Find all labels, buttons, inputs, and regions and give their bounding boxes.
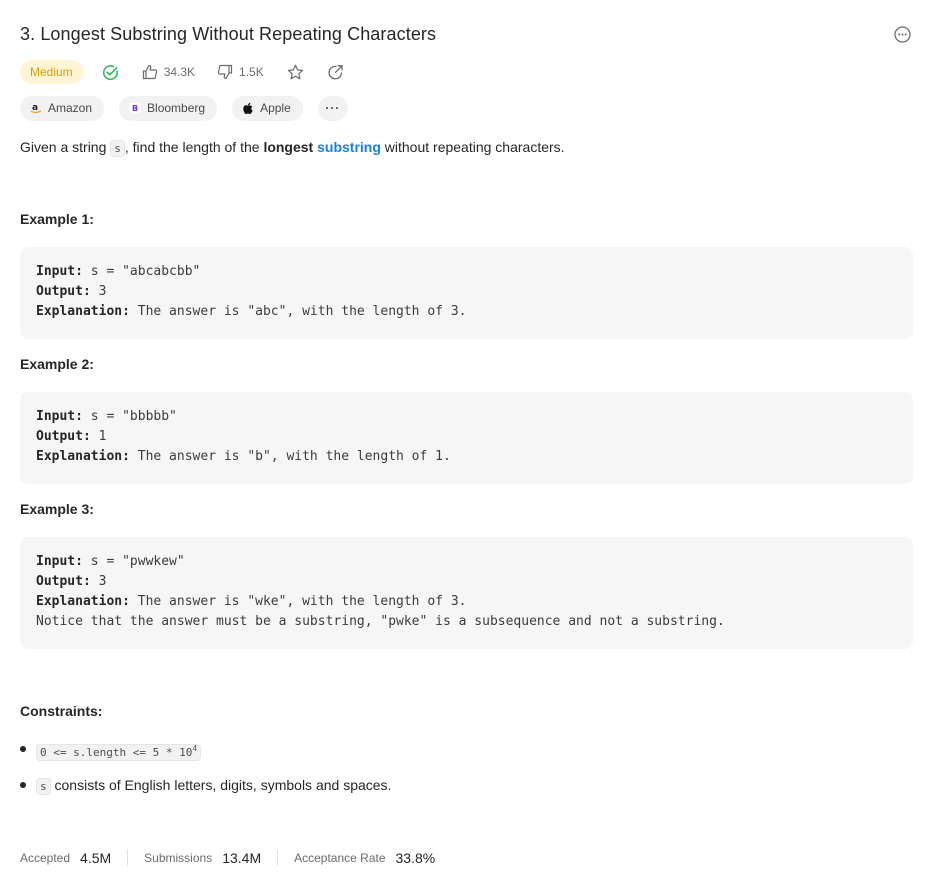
more-options-button[interactable] [891,23,913,45]
input-value: s = "bbbbb" [82,409,177,424]
desc-bold: longest [263,139,314,155]
input-label: Input: [36,409,83,424]
constraint-code-s: s [36,778,51,795]
bloomberg-icon: B [128,102,141,115]
output-label: Output: [36,574,91,589]
acceptance-rate-stat: Acceptance Rate 33.8% [294,850,435,866]
tag-label: Apple [260,101,291,115]
title-row: 3. Longest Substring Without Repeating C… [20,20,913,48]
tag-amazon[interactable]: a Amazon [20,95,105,121]
share-icon [328,64,343,79]
output-label: Output: [36,284,91,299]
constraints-title: Constraints: [20,703,103,719]
substring-link[interactable]: substring [317,139,381,155]
difficulty-badge[interactable]: Medium [20,60,83,84]
accepted-stat: Accepted 4.5M [20,850,111,866]
acceptance-rate-label: Acceptance Rate [294,851,386,865]
constraint-item: s consists of English letters, digits, s… [20,774,391,798]
example-2-box: Input: s = "bbbbb" Output: 1 Explanation… [20,392,913,484]
submissions-value: 13.4M [222,850,262,866]
dislike-button[interactable]: 1.5K [217,64,264,80]
stats-bar: Accepted 4.5M Submissions 13.4M Acceptan… [20,847,435,869]
constraints-list: 0 <= s.length <= 5 * 104 s consists of E… [20,738,391,798]
accepted-label: Accepted [20,851,71,865]
thumbs-down-icon [217,64,233,80]
ellipsis-circle-icon [893,25,911,43]
tag-label: Bloomberg [147,101,206,115]
apple-icon [241,102,254,115]
explanation-value: The answer is "abc", with the length of … [129,304,467,319]
like-button[interactable]: 34.3K [142,64,195,80]
dislike-count: 1.5K [239,65,264,79]
svg-text:B: B [132,104,138,113]
constraint-text: consists of English letters, digits, sym… [50,777,392,793]
explanation-note: Notice that the answer must be a substri… [36,614,725,629]
more-tags-button[interactable]: ··· [317,95,348,121]
desc-text: without repeating characters. [380,139,565,155]
output-value: 3 [90,284,107,299]
divider [127,850,129,866]
input-label: Input: [36,554,83,569]
thumbs-up-icon [142,64,157,80]
meta-row: Medium 34.3K 1.5K [20,59,346,85]
acceptance-rate-value: 33.8% [395,850,436,866]
favorite-button[interactable] [286,62,306,82]
share-button[interactable] [326,62,346,82]
constraint-item: 0 <= s.length <= 5 * 104 [20,738,391,764]
output-value: 3 [90,574,107,589]
example-1-title: Example 1: [20,211,94,227]
like-count: 34.3K [163,65,196,79]
star-icon [288,64,304,79]
tag-label: Amazon [48,101,93,115]
divider [277,850,279,866]
desc-code-s: s [110,140,125,157]
desc-text: Given a string [20,139,111,155]
tag-apple[interactable]: Apple [232,95,303,121]
example-2-title: Example 2: [20,356,94,372]
example-3-title: Example 3: [20,501,94,517]
problem-description: Given a string s, find the length of the… [20,136,565,160]
solved-icon [101,62,121,82]
explanation-label: Explanation: [36,594,130,609]
accepted-value: 4.5M [80,850,112,866]
problem-title[interactable]: 3. Longest Substring Without Repeating C… [20,24,436,45]
output-label: Output: [36,429,91,444]
submissions-label: Submissions [144,851,213,865]
explanation-label: Explanation: [36,304,130,319]
explanation-value: The answer is "wke", with the length of … [129,594,467,609]
company-tags: a Amazon B Bloomberg Apple ··· [20,95,348,121]
submissions-stat: Submissions 13.4M [144,850,261,866]
constraint-length-code: 0 <= s.length <= 5 * 104 [36,744,202,761]
explanation-label: Explanation: [36,449,130,464]
more-icon: ··· [325,101,341,115]
input-value: s = "abcabcbb" [82,264,201,279]
input-label: Input: [36,264,83,279]
output-value: 1 [90,429,107,444]
desc-text: , find the length of the [124,139,264,155]
explanation-value: The answer is "b", with the length of 1. [129,449,451,464]
amazon-icon: a [29,102,42,115]
constraint-text: 0 <= s.length <= 5 * 10 [40,746,193,759]
input-value: s = "pwwkew" [82,554,185,569]
example-3-box: Input: s = "pwwkew" Output: 3 Explanatio… [20,537,913,649]
constraint-exponent: 4 [192,744,198,753]
tag-bloomberg[interactable]: B Bloomberg [119,95,218,121]
example-1-box: Input: s = "abcabcbb" Output: 3 Explanat… [20,247,913,339]
